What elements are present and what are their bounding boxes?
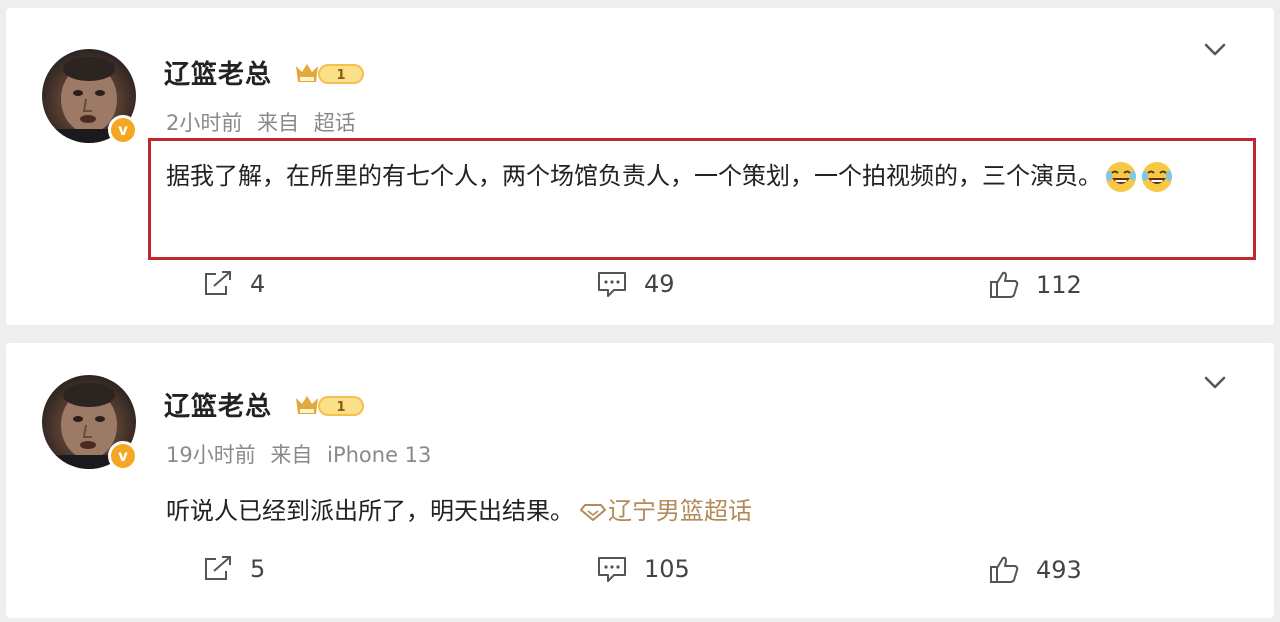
repost-button[interactable]: 4 [202,270,265,298]
repost-icon [205,556,231,580]
comment-count: 49 [644,270,675,298]
comment-button[interactable]: 49 [596,270,675,298]
vip-badge-icon[interactable]: 1 [294,58,366,88]
comment-button[interactable]: 105 [596,555,690,583]
post-meta: 19小时前 来自 iPhone 13 [166,439,439,469]
repost-icon [205,271,231,295]
avatar[interactable]: v [42,49,138,145]
post-actions: 5 105 493 [6,551,1274,591]
post-time[interactable]: 19小时前 [166,443,256,467]
svg-text:1: 1 [336,400,345,415]
like-count: 493 [1036,556,1082,584]
avatar[interactable]: v [42,375,138,471]
post-meta: 2小时前 来自 超话 [166,107,364,137]
topic-label[interactable]: 辽宁男篮超话 [608,497,752,525]
like-button[interactable]: 493 [988,555,1082,585]
post-source[interactable]: 超话 [314,111,356,135]
username[interactable]: 辽篮老总 [164,386,272,423]
post-source[interactable]: iPhone 13 [327,443,431,467]
laughing-tears-emoji-icon [1106,162,1136,192]
post-text-body: 听说人已经到派出所了，明天出结果。 [166,497,574,525]
topic-link[interactable]: 辽宁男篮超话 [580,497,752,525]
comment-count: 105 [644,555,690,583]
verified-badge-icon: v [108,441,138,471]
vip-badge-icon[interactable]: 1 [294,390,366,420]
repost-button[interactable]: 5 [202,555,265,583]
post-text: 听说人已经到派出所了，明天出结果。 辽宁男篮超话 [166,489,1166,533]
post-actions: 4 49 112 [6,266,1274,306]
post-card: v 辽篮老总 1 2小时前 来自 超话 据我了解，在所里的有七个人，两个场馆负责… [6,8,1274,325]
chevron-down-icon[interactable] [1204,376,1226,390]
post-time[interactable]: 2小时前 [166,111,242,135]
svg-text:1: 1 [336,68,345,83]
comment-icon [598,272,626,297]
source-prefix: 来自 [257,111,300,135]
verified-badge-icon: v [108,115,138,145]
thumbs-up-icon [990,271,1019,298]
chevron-down-icon[interactable] [1204,43,1226,57]
thumbs-up-icon [990,556,1019,583]
repost-count: 4 [250,270,266,298]
post-card: v 辽篮老总 1 19小时前 来自 iPhone 13 听说人已经到派出所了，明… [6,343,1274,618]
post-text: 据我了解，在所里的有七个人，两个场馆负责人，一个策划，一个拍视频的，三个演员。 [166,154,1236,198]
repost-count: 5 [250,555,266,583]
source-prefix: 来自 [270,443,313,467]
diamond-icon [580,504,606,521]
laughing-tears-emoji-icon [1142,162,1172,192]
weibo-feed: v 辽篮老总 1 2小时前 来自 超话 据我了解，在所里的有七个人，两个场馆负责… [0,0,1280,622]
like-button[interactable]: 112 [988,270,1082,300]
comment-icon [598,557,626,582]
like-count: 112 [1036,271,1082,299]
post-text-body: 据我了解，在所里的有七个人，两个场馆负责人，一个策划，一个拍视频的，三个演员。 [166,162,1102,190]
username[interactable]: 辽篮老总 [164,54,272,91]
